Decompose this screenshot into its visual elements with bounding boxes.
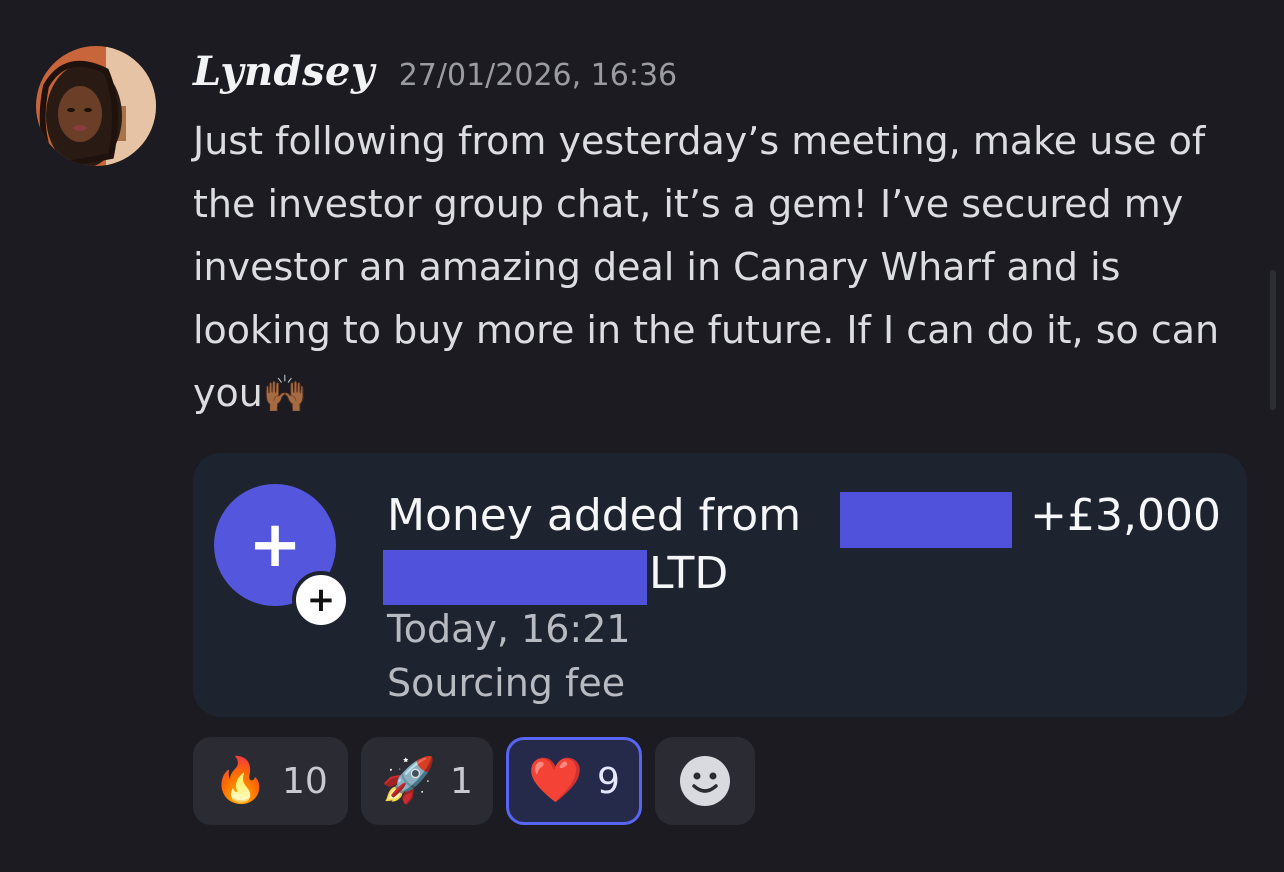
reaction-count: 9 [596,760,620,802]
username[interactable]: Lyndsey [193,48,375,95]
avatar[interactable] [36,46,156,166]
company-suffix: LTD [649,548,729,599]
plus-circle-icon: + [292,571,350,629]
redacted-sender-name [840,492,1012,548]
transaction-description: Sourcing fee [387,661,626,705]
message-header: Lyndsey 27/01/2026, 16:36 [193,48,1253,118]
reaction-heart[interactable]: ❤️ 9 [506,737,642,825]
message-timestamp: 27/01/2026, 16:36 [398,58,678,93]
smiley-icon [680,756,730,806]
scrollbar[interactable] [1270,270,1276,410]
transaction-amount: +£3,000 [1030,490,1221,541]
reaction-count: 10 [281,760,328,802]
add-reaction-button[interactable] [655,737,755,825]
message: Lyndsey 27/01/2026, 16:36 Just following… [193,48,1253,426]
reaction-count: 1 [449,760,473,802]
message-body: Just following from yesterday’s meeting,… [193,119,1220,415]
transaction-card[interactable]: + + Money added from +£3,000 LTD Today, … [193,453,1247,717]
message-text: Just following from yesterday’s meeting,… [193,110,1253,426]
transaction-time: Today, 16:21 [387,607,631,651]
reactions-bar: 🔥 10 🚀 1 ❤️ 9 [193,737,755,825]
heart-emoji: ❤️ [528,755,583,806]
transaction-title: Money added from [387,490,802,541]
reaction-rocket[interactable]: 🚀 1 [361,737,493,825]
fire-emoji: 🔥 [213,755,268,806]
reaction-fire[interactable]: 🔥 10 [193,737,348,825]
raised-hands-emoji: 🙌🏾 [262,374,308,415]
rocket-emoji: 🚀 [381,755,436,806]
plus-icon: + + [214,484,350,629]
redacted-company-name [383,550,647,605]
